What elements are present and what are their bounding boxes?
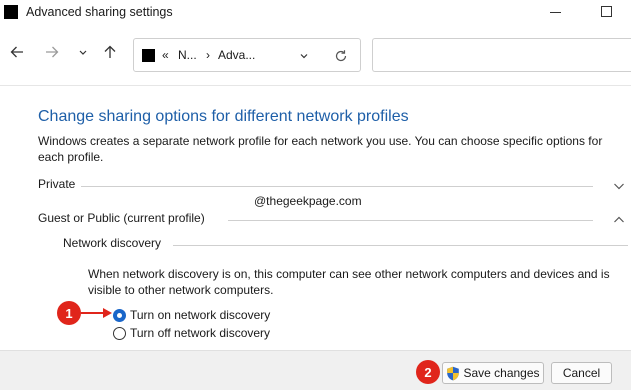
radio-button-unchecked[interactable] [113, 326, 126, 340]
maximize-icon[interactable] [601, 6, 612, 17]
cancel-label: Cancel [562, 366, 601, 380]
navigation-bar: « N... › Adva... [0, 28, 631, 86]
location-icon [142, 49, 155, 62]
network-discovery-label: Network discovery [63, 236, 168, 250]
save-changes-label: Save changes [463, 366, 540, 380]
divider [78, 186, 593, 187]
chevron-down-icon[interactable] [612, 179, 626, 193]
breadcrumb-advanced[interactable]: Adva... [218, 48, 255, 62]
up-button[interactable] [100, 42, 120, 62]
address-bar[interactable]: « N... › Adva... [133, 38, 361, 72]
address-dropdown-icon[interactable] [299, 51, 309, 61]
window-title: Advanced sharing settings [26, 5, 173, 19]
breadcrumb-separator: › [206, 48, 210, 62]
minimize-icon[interactable] [550, 12, 561, 13]
chevron-up-icon[interactable] [612, 213, 626, 227]
breadcrumb-network[interactable]: N... [178, 48, 197, 62]
app-icon [4, 5, 18, 19]
breadcrumb-overflow[interactable]: « [162, 48, 169, 62]
radio-on-label[interactable]: Turn on network discovery [130, 308, 270, 322]
chevron-down-icon [79, 50, 87, 55]
forward-button[interactable] [42, 42, 62, 62]
divider [228, 220, 593, 221]
back-button[interactable] [7, 42, 27, 62]
radio-turn-on-network-discovery[interactable]: Turn on network discovery [113, 306, 270, 324]
arrow-right-icon [46, 46, 59, 58]
network-discovery-description: When network discovery is on, this compu… [88, 267, 610, 297]
annotation-arrow-icon [81, 308, 112, 318]
annotation-badge-1: 1 [57, 301, 81, 325]
arrow-up-icon [104, 45, 116, 58]
annotation-badge-2: 2 [416, 360, 440, 384]
page-heading: Change sharing options for different net… [38, 108, 409, 125]
arrow-left-icon [10, 46, 23, 58]
recent-locations-button[interactable] [73, 42, 93, 62]
cancel-button[interactable]: Cancel [551, 362, 612, 384]
section-guest-public[interactable]: Guest or Public (current profile) [38, 211, 628, 229]
divider [173, 245, 628, 246]
section-private[interactable]: Private [38, 177, 628, 195]
page-description: Windows creates a separate network profi… [38, 134, 603, 164]
main-content: Change sharing options for different net… [0, 87, 631, 350]
watermark-text: @thegeekpage.com [254, 194, 362, 208]
section-guest-label: Guest or Public (current profile) [38, 211, 211, 225]
subsection-network-discovery: Network discovery [63, 236, 628, 254]
uac-shield-icon [447, 366, 460, 380]
radio-off-label[interactable]: Turn off network discovery [130, 326, 270, 340]
refresh-icon[interactable] [334, 49, 348, 63]
footer-bar: 2 Save changes Cancel [0, 350, 631, 390]
title-bar: Advanced sharing settings [0, 0, 631, 28]
save-changes-button[interactable]: Save changes [442, 362, 544, 384]
search-input[interactable] [372, 38, 631, 72]
radio-turn-off-network-discovery[interactable]: Turn off network discovery [113, 324, 270, 342]
section-private-label: Private [38, 177, 82, 191]
